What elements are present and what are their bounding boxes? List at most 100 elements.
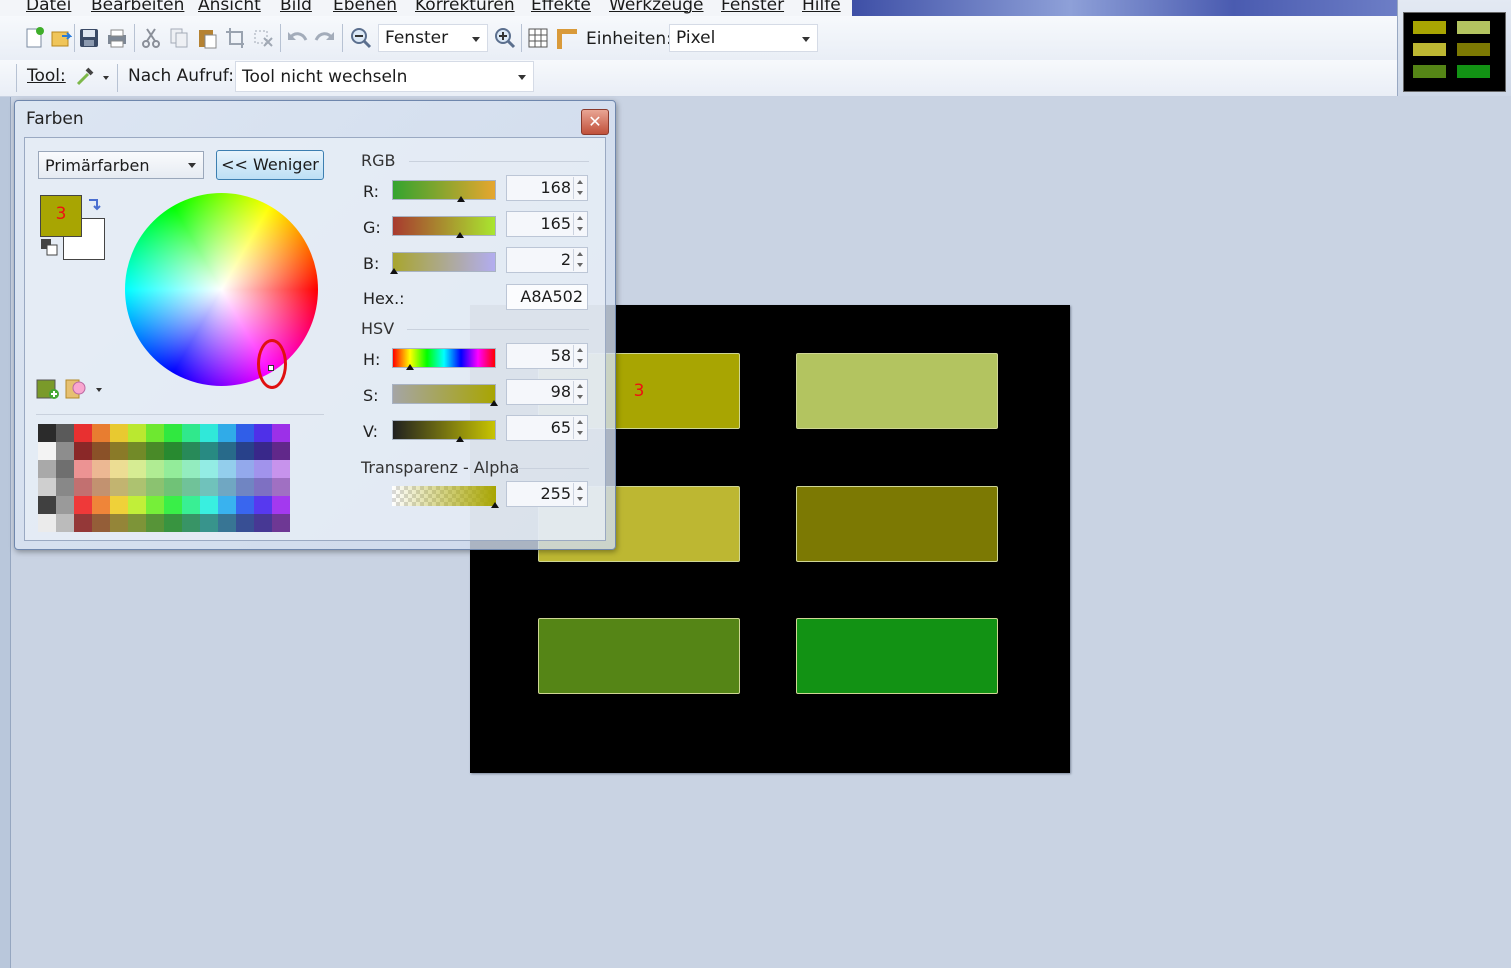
palette-swatch[interactable] [56, 478, 74, 496]
palette-swatch[interactable] [128, 442, 146, 460]
palette-swatch[interactable] [110, 514, 128, 532]
alpha-slider[interactable] [392, 486, 496, 506]
palette-swatch[interactable] [254, 496, 272, 514]
palette-swatch[interactable] [236, 460, 254, 478]
s-slider-thumb[interactable] [490, 400, 498, 406]
color-mode-dropdown[interactable]: Primärfarben [38, 151, 204, 179]
menu-datei[interactable]: Datei [26, 0, 71, 15]
spin-up-icon[interactable] [573, 177, 586, 188]
add-color-icon[interactable] [36, 378, 60, 400]
palette-swatch[interactable] [218, 478, 236, 496]
color-palette[interactable] [38, 424, 326, 532]
palette-swatch[interactable] [164, 478, 182, 496]
v-slider-thumb[interactable] [456, 436, 464, 442]
menu-ebenen[interactable]: Ebenen [333, 0, 397, 15]
palette-swatch[interactable] [272, 514, 290, 532]
spin-down-icon[interactable] [573, 224, 586, 235]
spin-down-icon[interactable] [573, 356, 586, 367]
zoom-out-icon[interactable] [350, 26, 372, 50]
palette-swatch[interactable] [92, 424, 110, 442]
spin-down-icon[interactable] [573, 494, 586, 505]
palette-swatch[interactable] [272, 424, 290, 442]
menu-hilfe[interactable]: Hilfe [802, 0, 841, 15]
canvas-swatch-4[interactable] [796, 486, 998, 562]
palette-swatch[interactable] [92, 496, 110, 514]
palette-swatch[interactable] [146, 424, 164, 442]
palette-swatch[interactable] [110, 478, 128, 496]
palette-swatch[interactable] [92, 442, 110, 460]
palette-swatch[interactable] [110, 442, 128, 460]
palette-swatch[interactable] [74, 442, 92, 460]
palette-swatch[interactable] [254, 424, 272, 442]
cut-icon[interactable] [140, 26, 162, 50]
palette-swatch[interactable] [236, 442, 254, 460]
r-spinbox[interactable]: 168 [506, 175, 588, 201]
palette-swatch[interactable] [200, 478, 218, 496]
chevron-down-icon[interactable] [103, 76, 109, 80]
palette-swatch[interactable] [146, 442, 164, 460]
menu-korrekturen[interactable]: Korrekturen [415, 0, 515, 15]
palette-swatch[interactable] [38, 460, 56, 478]
palette-swatch[interactable] [74, 460, 92, 478]
menu-bild[interactable]: Bild [280, 0, 312, 15]
palette-swatch[interactable] [92, 514, 110, 532]
palette-swatch[interactable] [272, 442, 290, 460]
palette-swatch[interactable] [38, 496, 56, 514]
palette-swatch[interactable] [92, 478, 110, 496]
palette-swatch[interactable] [74, 496, 92, 514]
palette-swatch[interactable] [164, 514, 182, 532]
palette-swatch[interactable] [164, 460, 182, 478]
palette-swatch[interactable] [272, 478, 290, 496]
undo-icon[interactable] [286, 26, 308, 50]
palette-swatch[interactable] [38, 514, 56, 532]
r-slider[interactable] [392, 180, 496, 200]
g-slider-thumb[interactable] [456, 232, 464, 238]
canvas-swatch-5[interactable] [538, 618, 740, 694]
spin-up-icon[interactable] [573, 381, 586, 392]
palette-swatch[interactable] [218, 496, 236, 514]
v-spinbox[interactable]: 65 [506, 415, 588, 441]
palette-swatch[interactable] [56, 442, 74, 460]
palette-menu-icon[interactable] [65, 378, 89, 400]
h-slider-thumb[interactable] [406, 364, 414, 370]
palette-swatch[interactable] [110, 496, 128, 514]
palette-swatch[interactable] [128, 424, 146, 442]
spin-up-icon[interactable] [573, 345, 586, 356]
new-icon[interactable] [24, 26, 46, 50]
canvas-swatch-6[interactable] [796, 618, 998, 694]
reset-colors-icon[interactable] [40, 238, 60, 258]
palette-swatch[interactable] [254, 478, 272, 496]
palette-swatch[interactable] [56, 496, 74, 514]
swap-colors-icon[interactable] [86, 196, 102, 212]
deselect-icon[interactable] [252, 26, 274, 50]
palette-swatch[interactable] [272, 460, 290, 478]
palette-swatch[interactable] [182, 496, 200, 514]
palette-swatch[interactable] [38, 442, 56, 460]
palette-swatch[interactable] [146, 514, 164, 532]
palette-swatch[interactable] [128, 460, 146, 478]
spin-down-icon[interactable] [573, 188, 586, 199]
print-icon[interactable] [106, 26, 128, 50]
palette-swatch[interactable] [272, 496, 290, 514]
palette-swatch[interactable] [182, 442, 200, 460]
spin-up-icon[interactable] [573, 483, 586, 494]
zoom-dropdown[interactable]: Fenster [378, 24, 488, 52]
crop-icon[interactable] [224, 26, 246, 50]
palette-swatch[interactable] [110, 424, 128, 442]
hex-input[interactable]: A8A502 [506, 284, 588, 310]
units-dropdown[interactable]: Pixel [669, 24, 818, 52]
palette-swatch[interactable] [110, 460, 128, 478]
alpha-slider-thumb[interactable] [491, 502, 499, 508]
spin-up-icon[interactable] [573, 417, 586, 428]
palette-swatch[interactable] [56, 514, 74, 532]
b-spinbox[interactable]: 2 [506, 247, 588, 273]
palette-swatch[interactable] [254, 442, 272, 460]
palette-swatch[interactable] [254, 514, 272, 532]
palette-swatch[interactable] [92, 460, 110, 478]
chevron-down-icon[interactable] [96, 388, 102, 392]
palette-swatch[interactable] [182, 424, 200, 442]
spin-up-icon[interactable] [573, 213, 586, 224]
s-spinbox[interactable]: 98 [506, 379, 588, 405]
b-slider-thumb[interactable] [390, 268, 398, 274]
alpha-spinbox[interactable]: 255 [506, 481, 588, 507]
